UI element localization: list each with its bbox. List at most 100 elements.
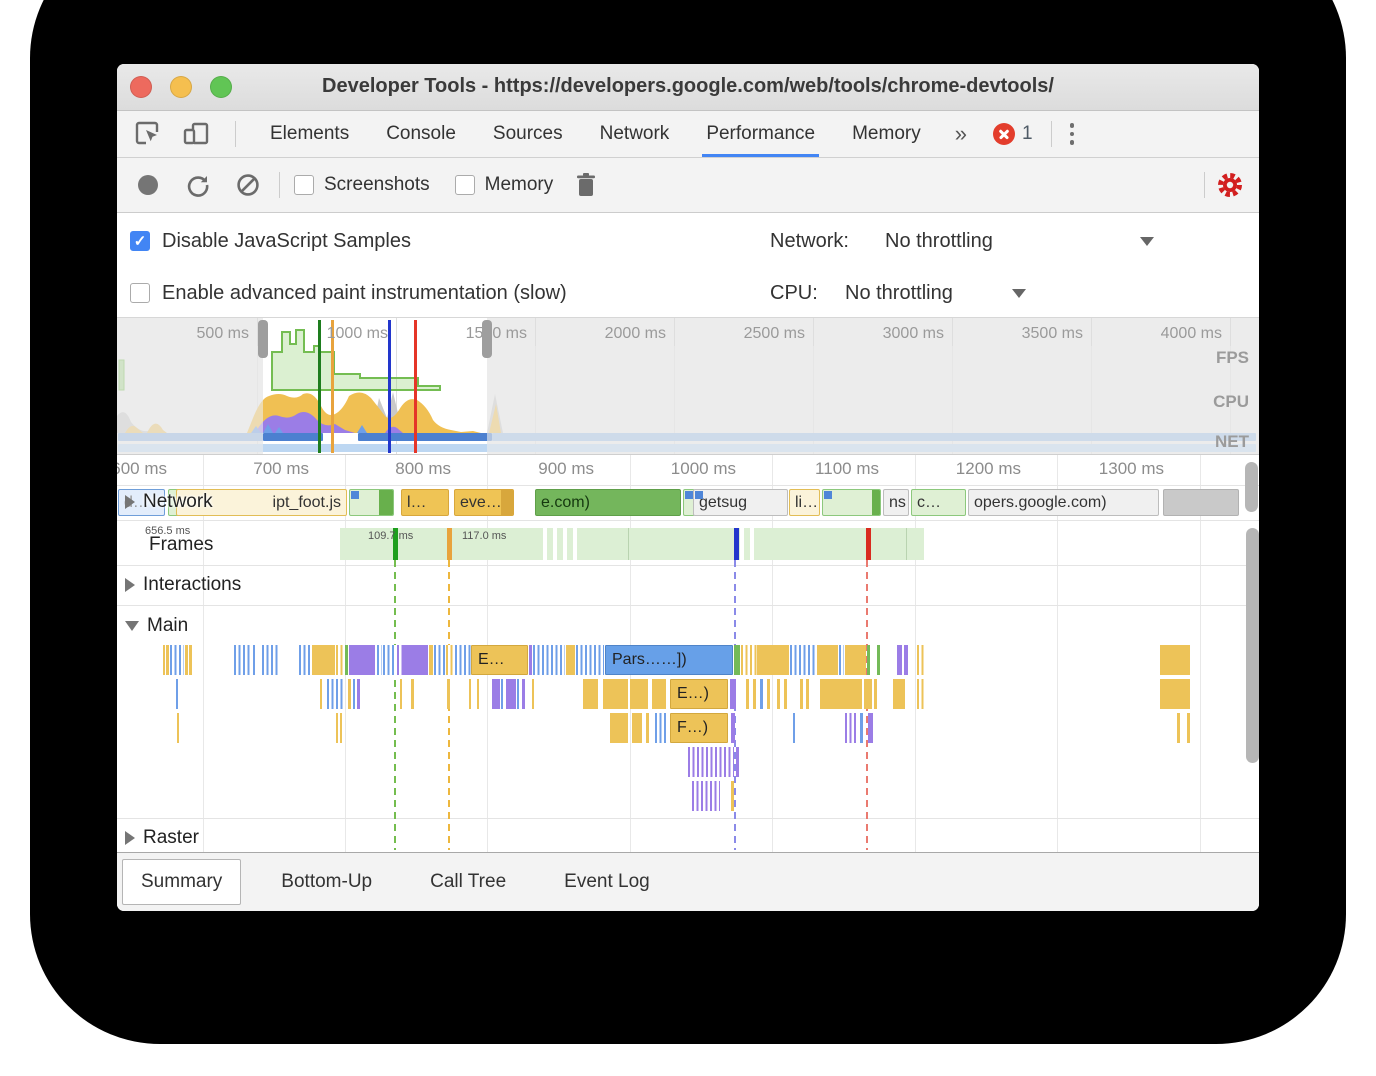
main-flame-event[interactable] bbox=[806, 679, 809, 709]
main-flame-event[interactable] bbox=[874, 679, 877, 709]
main-flame-event[interactable] bbox=[897, 645, 902, 675]
collapse-arrow-icon[interactable] bbox=[125, 495, 135, 509]
screenshots-checkbox-box[interactable] bbox=[294, 175, 314, 195]
tab-performance[interactable]: Performance bbox=[702, 111, 819, 157]
main-flame-event[interactable] bbox=[336, 645, 345, 675]
main-flame-event[interactable] bbox=[731, 713, 735, 743]
main-flame-event[interactable]: F…) bbox=[670, 713, 728, 743]
main-flame-event[interactable] bbox=[741, 645, 757, 675]
collapse-arrow-icon[interactable] bbox=[125, 831, 135, 845]
main-flame-event[interactable]: E…) bbox=[670, 679, 728, 709]
advanced-paint-checkbox[interactable] bbox=[130, 283, 150, 303]
main-menu-icon[interactable] bbox=[1069, 123, 1075, 145]
main-flame-event[interactable] bbox=[767, 679, 770, 709]
network-request-bar[interactable]: opers.google.com) bbox=[968, 489, 1159, 516]
main-flame-event[interactable] bbox=[793, 713, 795, 743]
main-flame-event[interactable]: E… bbox=[471, 645, 528, 675]
frame-event-marker[interactable] bbox=[447, 528, 452, 560]
main-flame-event[interactable] bbox=[429, 645, 433, 675]
main-flame-event[interactable] bbox=[917, 679, 925, 709]
frame-event-marker[interactable] bbox=[866, 528, 871, 560]
main-flame-event[interactable] bbox=[1160, 645, 1190, 675]
main-flame-event[interactable] bbox=[312, 645, 335, 675]
main-flame-event[interactable] bbox=[345, 645, 348, 675]
device-toolbar-icon[interactable] bbox=[179, 117, 213, 151]
main-flame-event[interactable] bbox=[336, 713, 338, 743]
details-tab-call-tree[interactable]: Call Tree bbox=[412, 860, 524, 904]
main-flame-event[interactable] bbox=[340, 713, 342, 743]
main-flame-event[interactable] bbox=[353, 679, 355, 709]
network-request-bar[interactable]: e.com) bbox=[535, 489, 681, 516]
memory-checkbox[interactable]: Memory bbox=[454, 174, 553, 196]
main-flame-event[interactable] bbox=[917, 645, 925, 675]
tab-console[interactable]: Console bbox=[386, 111, 456, 157]
main-flame-event[interactable] bbox=[731, 781, 734, 811]
main-flame-event[interactable] bbox=[455, 645, 471, 675]
main-flame-event[interactable] bbox=[632, 713, 642, 743]
selection-left-handle[interactable] bbox=[258, 320, 268, 358]
main-flame-event[interactable] bbox=[170, 645, 184, 675]
main-flame-event[interactable] bbox=[1177, 713, 1180, 743]
main-flame-event[interactable] bbox=[320, 679, 322, 709]
main-flame-event[interactable] bbox=[501, 679, 505, 709]
main-flame-event[interactable] bbox=[845, 645, 866, 675]
clear-recording-icon[interactable] bbox=[231, 168, 265, 202]
main-flame-event[interactable] bbox=[469, 679, 471, 709]
frame-event-marker[interactable] bbox=[734, 528, 739, 560]
inspect-element-icon[interactable] bbox=[131, 117, 165, 151]
main-flame-event[interactable] bbox=[529, 645, 532, 675]
network-request-bar[interactable]: ns bbox=[883, 489, 909, 516]
main-flame-event[interactable] bbox=[477, 679, 479, 709]
main-flame-event[interactable] bbox=[402, 645, 428, 675]
main-flame-event[interactable] bbox=[860, 713, 863, 743]
main-flame-event[interactable] bbox=[506, 679, 516, 709]
main-flame-event[interactable] bbox=[1187, 713, 1190, 743]
main-flame-event[interactable] bbox=[867, 645, 870, 675]
main-flame-event[interactable] bbox=[784, 679, 787, 709]
collapse-arrow-icon[interactable] bbox=[125, 578, 135, 592]
disable-js-samples-checkbox[interactable]: ✓ bbox=[130, 231, 150, 251]
main-flame-event[interactable] bbox=[904, 645, 908, 675]
network-request-bar[interactable] bbox=[822, 489, 881, 516]
main-flame-event[interactable] bbox=[185, 645, 188, 675]
main-flame-event[interactable] bbox=[576, 645, 604, 675]
main-flame-event[interactable] bbox=[166, 645, 169, 675]
tab-memory[interactable]: Memory bbox=[852, 111, 921, 157]
frames-track-band[interactable] bbox=[340, 528, 924, 560]
interactions-track-header[interactable]: Interactions bbox=[125, 574, 241, 596]
selection-right-handle[interactable] bbox=[482, 320, 492, 358]
main-flame-event[interactable] bbox=[746, 679, 749, 709]
main-flame-event[interactable] bbox=[652, 679, 666, 709]
main-flame-event[interactable]: Pars……]) bbox=[605, 645, 733, 675]
main-flame-event[interactable] bbox=[327, 679, 345, 709]
details-tab-bottom-up[interactable]: Bottom-Up bbox=[263, 860, 390, 904]
main-flame-event[interactable] bbox=[868, 713, 873, 743]
network-throttle-select[interactable]: No throttling bbox=[885, 230, 993, 253]
main-flame-event[interactable] bbox=[532, 679, 534, 709]
main-flame-event[interactable] bbox=[262, 645, 278, 675]
main-flame-event[interactable] bbox=[730, 679, 736, 709]
cpu-throttle-select[interactable]: No throttling bbox=[845, 282, 953, 305]
main-flame-event[interactable] bbox=[877, 645, 880, 675]
main-flame-event[interactable] bbox=[533, 645, 565, 675]
main-flame-event[interactable] bbox=[736, 747, 739, 777]
main-flame-event[interactable] bbox=[253, 645, 255, 675]
network-track-scrollbar[interactable] bbox=[1245, 462, 1258, 512]
main-flame-event[interactable] bbox=[692, 781, 720, 811]
expand-arrow-icon[interactable] bbox=[125, 621, 139, 631]
main-flame-event[interactable] bbox=[760, 679, 763, 709]
main-flame-event[interactable] bbox=[864, 679, 872, 709]
main-flame-event[interactable] bbox=[177, 713, 179, 743]
main-flame-event[interactable] bbox=[688, 747, 734, 777]
main-flame-event[interactable] bbox=[349, 645, 375, 675]
network-request-bar[interactable]: l… bbox=[401, 489, 449, 516]
main-flame-event[interactable] bbox=[583, 679, 598, 709]
main-flame-event[interactable] bbox=[845, 713, 857, 743]
main-flame-event[interactable] bbox=[517, 679, 521, 709]
main-track-header[interactable]: Main bbox=[125, 615, 188, 637]
main-flame-event[interactable] bbox=[734, 645, 740, 675]
details-tab-summary[interactable]: Summary bbox=[122, 859, 242, 905]
main-flame-event[interactable] bbox=[646, 713, 649, 743]
main-flame-event[interactable] bbox=[163, 645, 165, 675]
trash-icon[interactable] bbox=[569, 168, 603, 202]
